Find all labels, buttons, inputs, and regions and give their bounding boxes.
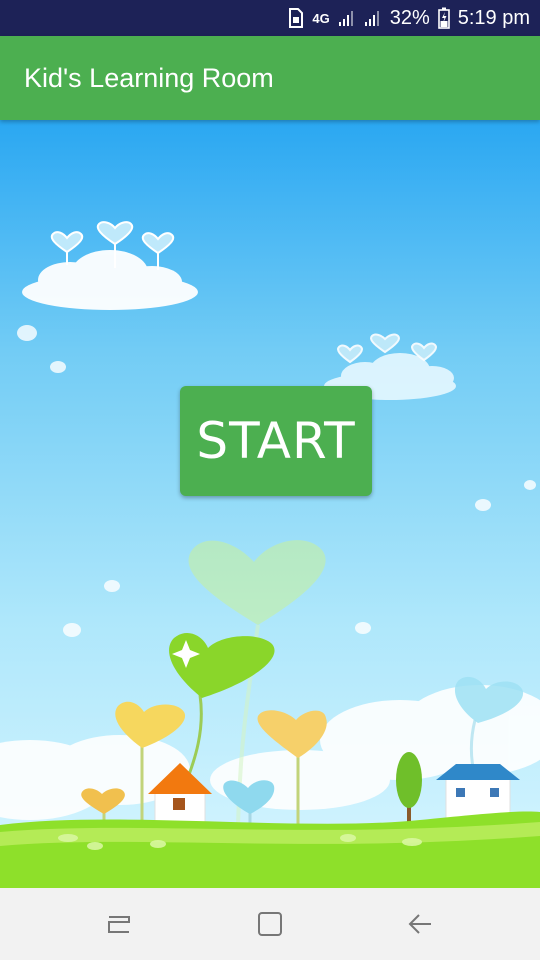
background-illustration: START <box>0 120 540 888</box>
battery-percent: 32% <box>389 6 430 29</box>
recent-apps-icon[interactable] <box>101 906 137 942</box>
start-button[interactable]: START <box>180 386 372 496</box>
signal-icon <box>338 9 356 27</box>
status-bar: 4G 32% 5:19 pm <box>0 0 540 36</box>
clock: 5:19 pm <box>457 6 530 29</box>
home-icon[interactable] <box>252 906 288 942</box>
scenery-art <box>0 221 540 888</box>
cloud-left <box>22 250 198 310</box>
navigation-bar <box>0 888 540 960</box>
app-title: Kid's Learning Room <box>24 63 274 93</box>
sim-icon <box>288 8 304 28</box>
signal-icon <box>364 9 382 27</box>
grass-hill <box>0 811 540 888</box>
back-icon[interactable] <box>403 906 439 942</box>
tree <box>396 752 422 822</box>
app-bar: Kid's Learning Room <box>0 36 540 120</box>
status-icons: 4G 32% 5:19 pm <box>288 0 530 36</box>
network-type: 4G <box>312 10 330 26</box>
battery-charging-icon <box>437 7 450 29</box>
house-blue-roof <box>436 764 520 819</box>
